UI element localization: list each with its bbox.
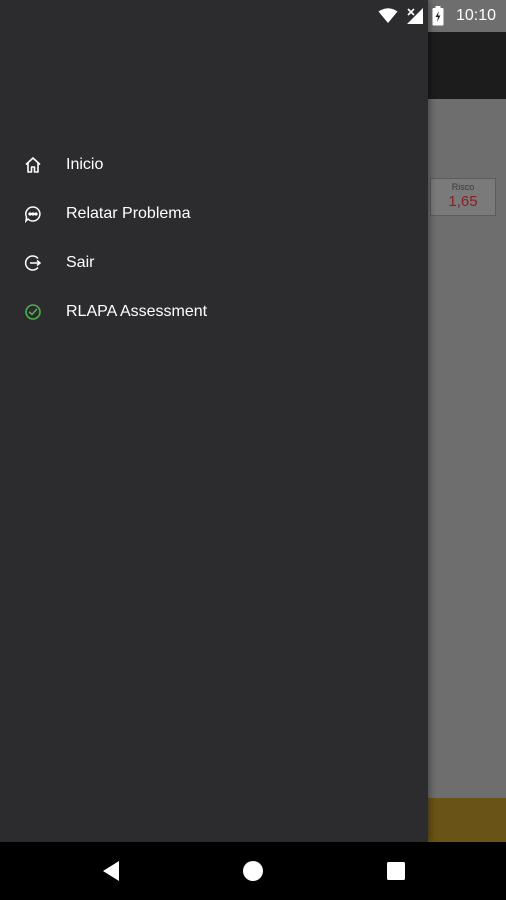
risk-card: Risco 1,65 — [430, 178, 496, 216]
no-signal-icon — [406, 7, 424, 25]
menu-item-label: Sair — [66, 253, 95, 271]
menu-item-label: RLAPA Assessment — [66, 302, 208, 320]
risk-value: 1,65 — [448, 193, 478, 210]
menu-item-sair[interactable]: Sair — [0, 238, 428, 287]
status-bar: 10:10 — [0, 0, 506, 32]
back-button[interactable] — [96, 856, 126, 886]
home-button[interactable] — [238, 856, 268, 886]
check-circle-icon — [23, 302, 43, 322]
drawer-menu: Inicio Relatar Problema Sair RLAPA Asses… — [0, 140, 428, 336]
recents-button[interactable] — [381, 856, 411, 886]
logout-icon — [23, 253, 43, 273]
status-time: 10:10 — [455, 7, 496, 24]
wifi-icon — [378, 8, 398, 24]
home-circle-icon — [243, 861, 263, 881]
chat-bubble-icon — [23, 204, 43, 224]
menu-item-rlapa-assessment[interactable]: RLAPA Assessment — [0, 287, 428, 336]
menu-item-label: Inicio — [66, 155, 104, 173]
menu-item-relatar-problema[interactable]: Relatar Problema — [0, 189, 428, 238]
navigation-bar — [0, 842, 506, 900]
risk-label: Risco — [451, 182, 475, 192]
navigation-drawer: Inicio Relatar Problema Sair RLAPA Asses… — [0, 0, 428, 842]
battery-charging-icon — [432, 6, 444, 26]
home-icon — [23, 155, 43, 175]
back-icon — [103, 861, 119, 881]
menu-item-label: Relatar Problema — [66, 204, 191, 222]
menu-item-inicio[interactable]: Inicio — [0, 140, 428, 189]
recents-icon — [387, 862, 405, 880]
